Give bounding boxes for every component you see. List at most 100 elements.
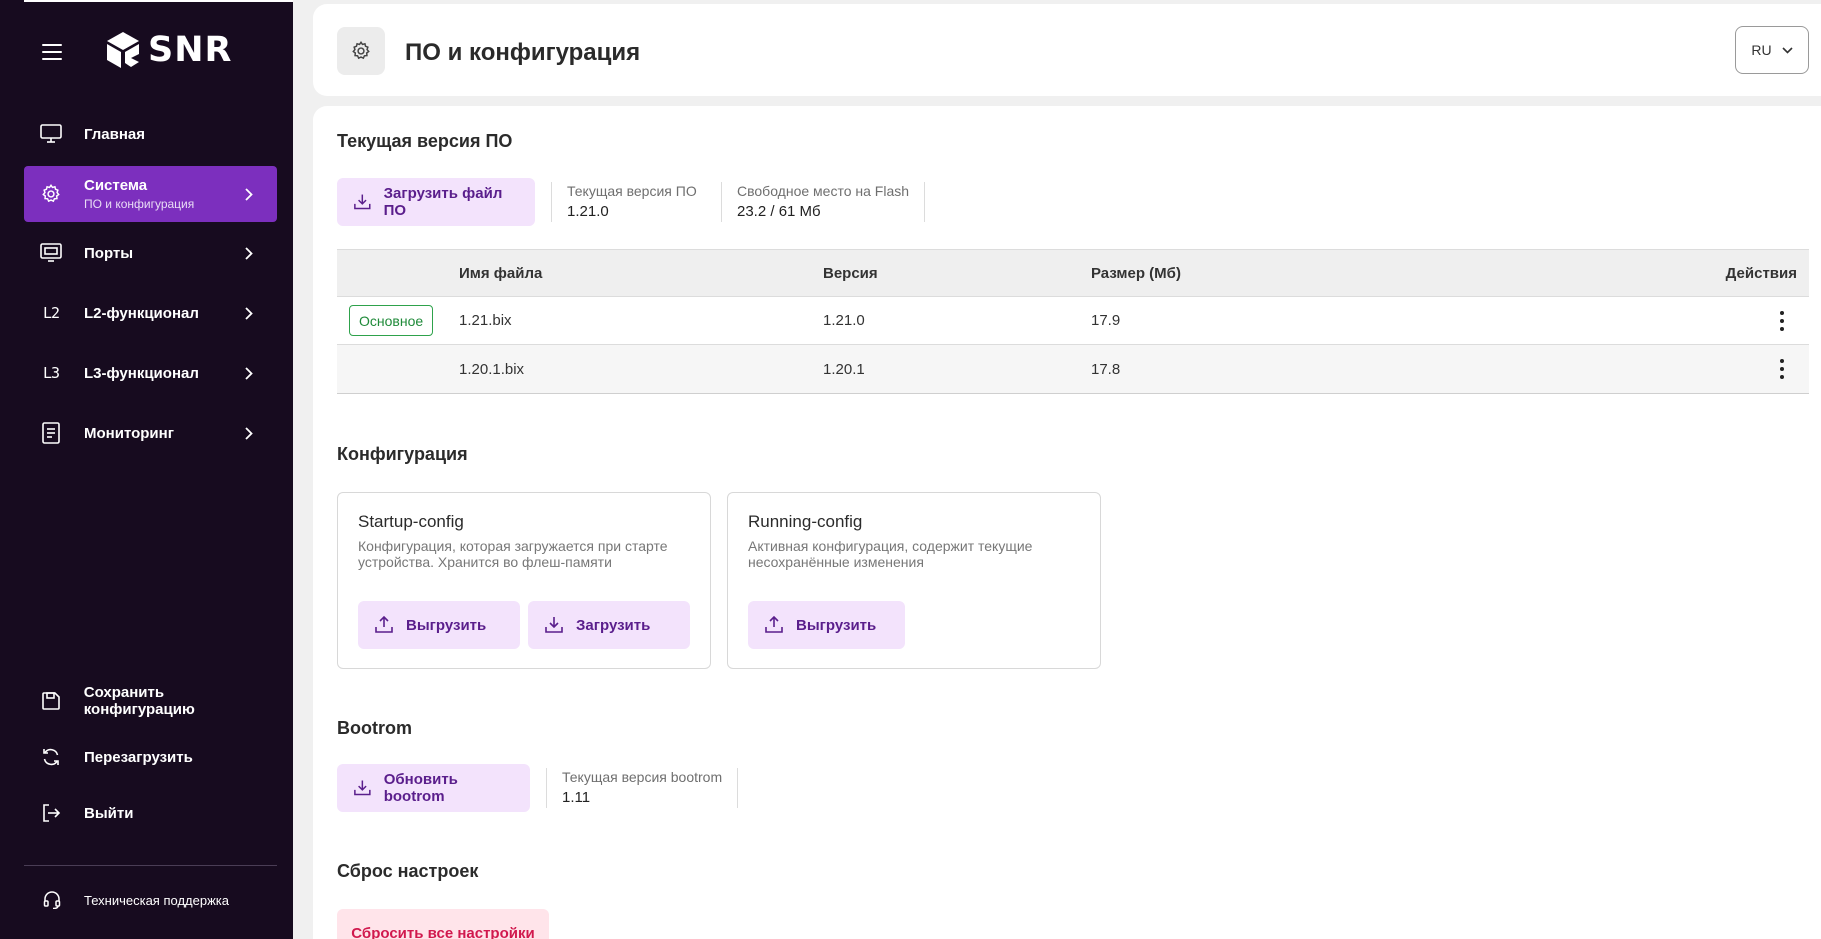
chevron-right-icon: [239, 187, 259, 201]
file-name-cell: 1.20.1.bix: [459, 360, 525, 378]
sidebar-item-label: L2-функционал: [84, 304, 199, 322]
firmware-table: Имя файла Версия Размер (Мб) Действия Ос…: [337, 249, 1809, 394]
headset-icon: [42, 890, 62, 910]
current-firmware-label: Текущая версия ПО: [567, 183, 697, 199]
startup-export-label: Выгрузить: [406, 616, 487, 634]
bootrom-version-label: Текущая версия bootrom: [562, 769, 723, 785]
update-bootrom-label: Обновить bootrom: [383, 771, 458, 805]
chevron-down-icon: [1782, 46, 1793, 54]
app-logo[interactable]: SNR: [104, 30, 232, 70]
download-tray-icon: [354, 194, 371, 210]
logout-button[interactable]: Выйти: [24, 793, 277, 833]
save-config-button[interactable]: Сохранить конфигурацию: [24, 681, 277, 721]
sidebar-item-label: Мониторинг: [84, 424, 174, 442]
network-port-icon: [40, 242, 62, 264]
more-actions-icon[interactable]: [1777, 310, 1787, 331]
sidebar-item-label: Система: [84, 177, 148, 194]
startup-import-button[interactable]: Загрузить: [528, 601, 690, 649]
page-title: ПО и конфигурация: [405, 39, 641, 66]
tech-support-label: Техническая поддержка: [84, 892, 229, 908]
gear-icon: [337, 27, 385, 75]
l2-icon: L2: [42, 304, 60, 322]
logo-text: SNR: [148, 30, 233, 70]
chevron-right-icon: [239, 246, 259, 260]
running-export-label: Выгрузить: [796, 616, 877, 634]
reboot-label: Перезагрузить: [84, 748, 193, 766]
logo-cube-icon: [107, 32, 139, 68]
language-value: RU: [1751, 42, 1772, 58]
main-area: ПО и конфигурация RU Текущая версия ПО З…: [293, 0, 1821, 939]
primary-badge: Основное: [349, 305, 434, 336]
reset-section-title: Сброс настроек: [337, 861, 479, 881]
sidebar-item-label: Порты: [84, 244, 134, 262]
version-cell: 1.21.0: [823, 312, 865, 329]
running-export-button[interactable]: Выгрузить: [748, 601, 905, 649]
flash-space-label: Свободное место на Flash: [737, 183, 910, 199]
current-firmware-info: Текущая версия ПО 1.21.0: [551, 182, 712, 222]
startup-config-description: Конфигурация, которая загружается при ст…: [358, 538, 668, 570]
sidebar-item-label: Главная: [84, 125, 146, 143]
flash-space-info: Свободное место на Flash 23.2 / 61 Мб: [721, 182, 926, 222]
sidebar-item-home[interactable]: Главная: [24, 107, 277, 161]
table-header: Имя файла Версия Размер (Мб) Действия: [337, 250, 1809, 297]
sidebar: SNR Главная Система ПО и конфигурация По…: [0, 0, 293, 939]
menu-toggle-icon[interactable]: [42, 44, 62, 62]
running-config-title: Running-config: [748, 512, 863, 531]
download-tray-icon: [545, 617, 563, 633]
save-config-label: Сохранить конфигурацию: [83, 684, 195, 718]
logout-icon: [40, 802, 62, 824]
size-cell: 17.8: [1091, 360, 1121, 378]
sidebar-item-monitoring[interactable]: Мониторинг: [24, 406, 277, 460]
reset-all-button[interactable]: Сбросить все настройки: [337, 909, 549, 939]
bootrom-version-info: Текущая версия bootrom 1.11: [546, 768, 739, 808]
tech-support-link[interactable]: Техническая поддержка: [24, 885, 229, 915]
sidebar-item-ports[interactable]: Порты: [24, 226, 277, 280]
flash-space-value: 23.2 / 61 Мб: [737, 203, 821, 220]
file-name-cell: 1.21.bix: [459, 312, 512, 329]
chevron-right-icon: [239, 426, 259, 440]
column-header-version[interactable]: Версия: [823, 265, 878, 282]
upload-firmware-label: Загрузить файл ПО: [383, 185, 503, 219]
refresh-icon: [40, 746, 62, 768]
version-cell: 1.20.1: [823, 360, 865, 378]
sidebar-item-system[interactable]: Система ПО и конфигурация: [24, 166, 277, 222]
reset-all-label: Сбросить все настройки: [351, 924, 535, 939]
download-tray-icon: [354, 780, 371, 796]
startup-config-card: Startup-config Конфигурация, которая заг…: [337, 492, 711, 669]
page-header: ПО и конфигурация RU: [313, 4, 1821, 96]
sidebar-item-l2[interactable]: L2 L2-функционал: [24, 286, 277, 340]
content-panel: Текущая версия ПО Загрузить файл ПО Теку…: [313, 106, 1821, 939]
sidebar-item-sublabel: ПО и конфигурация: [84, 197, 195, 211]
chevron-right-icon: [239, 306, 259, 320]
upload-tray-icon: [375, 615, 393, 633]
column-header-size[interactable]: Размер (Мб): [1091, 265, 1181, 282]
startup-config-title: Startup-config: [358, 512, 464, 531]
size-cell: 17.9: [1091, 312, 1121, 329]
firmware-section-title: Текущая версия ПО: [337, 131, 513, 151]
column-header-actions: Действия: [1725, 264, 1797, 282]
startup-export-button[interactable]: Выгрузить: [358, 601, 520, 649]
sidebar-top-divider: [24, 0, 293, 2]
l3-icon: L3: [42, 364, 60, 382]
upload-firmware-button[interactable]: Загрузить файл ПО: [337, 178, 535, 226]
language-select[interactable]: RU: [1735, 26, 1809, 74]
sidebar-item-label: L3-функционал: [84, 364, 199, 382]
more-actions-icon[interactable]: [1777, 359, 1787, 379]
startup-import-label: Загрузить: [576, 616, 651, 634]
logout-label: Выйти: [84, 804, 134, 822]
table-row[interactable]: 1.20.1.bix 1.20.1 17.8: [337, 345, 1809, 393]
sidebar-item-l3[interactable]: L3 L3-функционал: [24, 346, 277, 400]
update-bootrom-button[interactable]: Обновить bootrom: [337, 764, 530, 812]
document-icon: [40, 422, 62, 444]
monitor-icon: [40, 123, 62, 145]
chevron-right-icon: [239, 366, 259, 380]
bootrom-section-title: Bootrom: [337, 718, 412, 738]
column-header-file[interactable]: Имя файла: [459, 265, 542, 282]
reboot-button[interactable]: Перезагрузить: [24, 737, 277, 777]
table-row[interactable]: Основное 1.21.bix 1.21.0 17.9: [337, 297, 1809, 345]
sidebar-divider: [24, 865, 277, 866]
bootrom-version-value: 1.11: [562, 789, 591, 806]
upload-tray-icon: [765, 615, 783, 633]
gear-icon: [40, 183, 62, 205]
running-config-card: Running-config Активная конфигурация, со…: [727, 492, 1101, 669]
